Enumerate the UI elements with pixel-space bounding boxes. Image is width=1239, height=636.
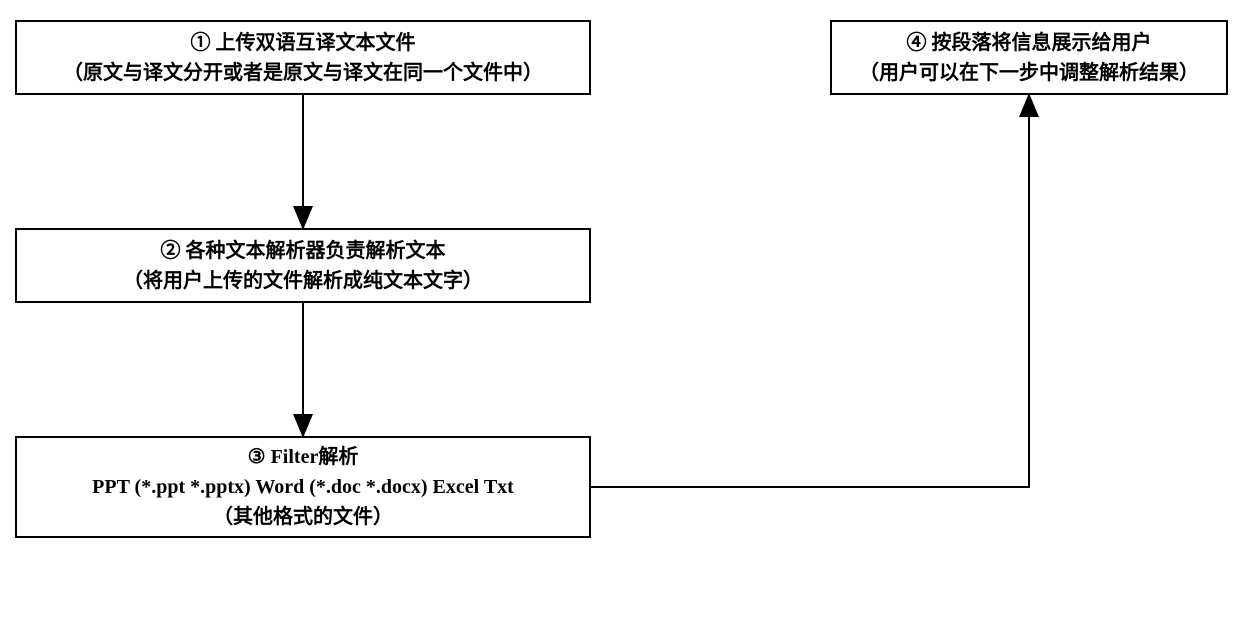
arrow-step3-to-step4 <box>0 0 1239 636</box>
